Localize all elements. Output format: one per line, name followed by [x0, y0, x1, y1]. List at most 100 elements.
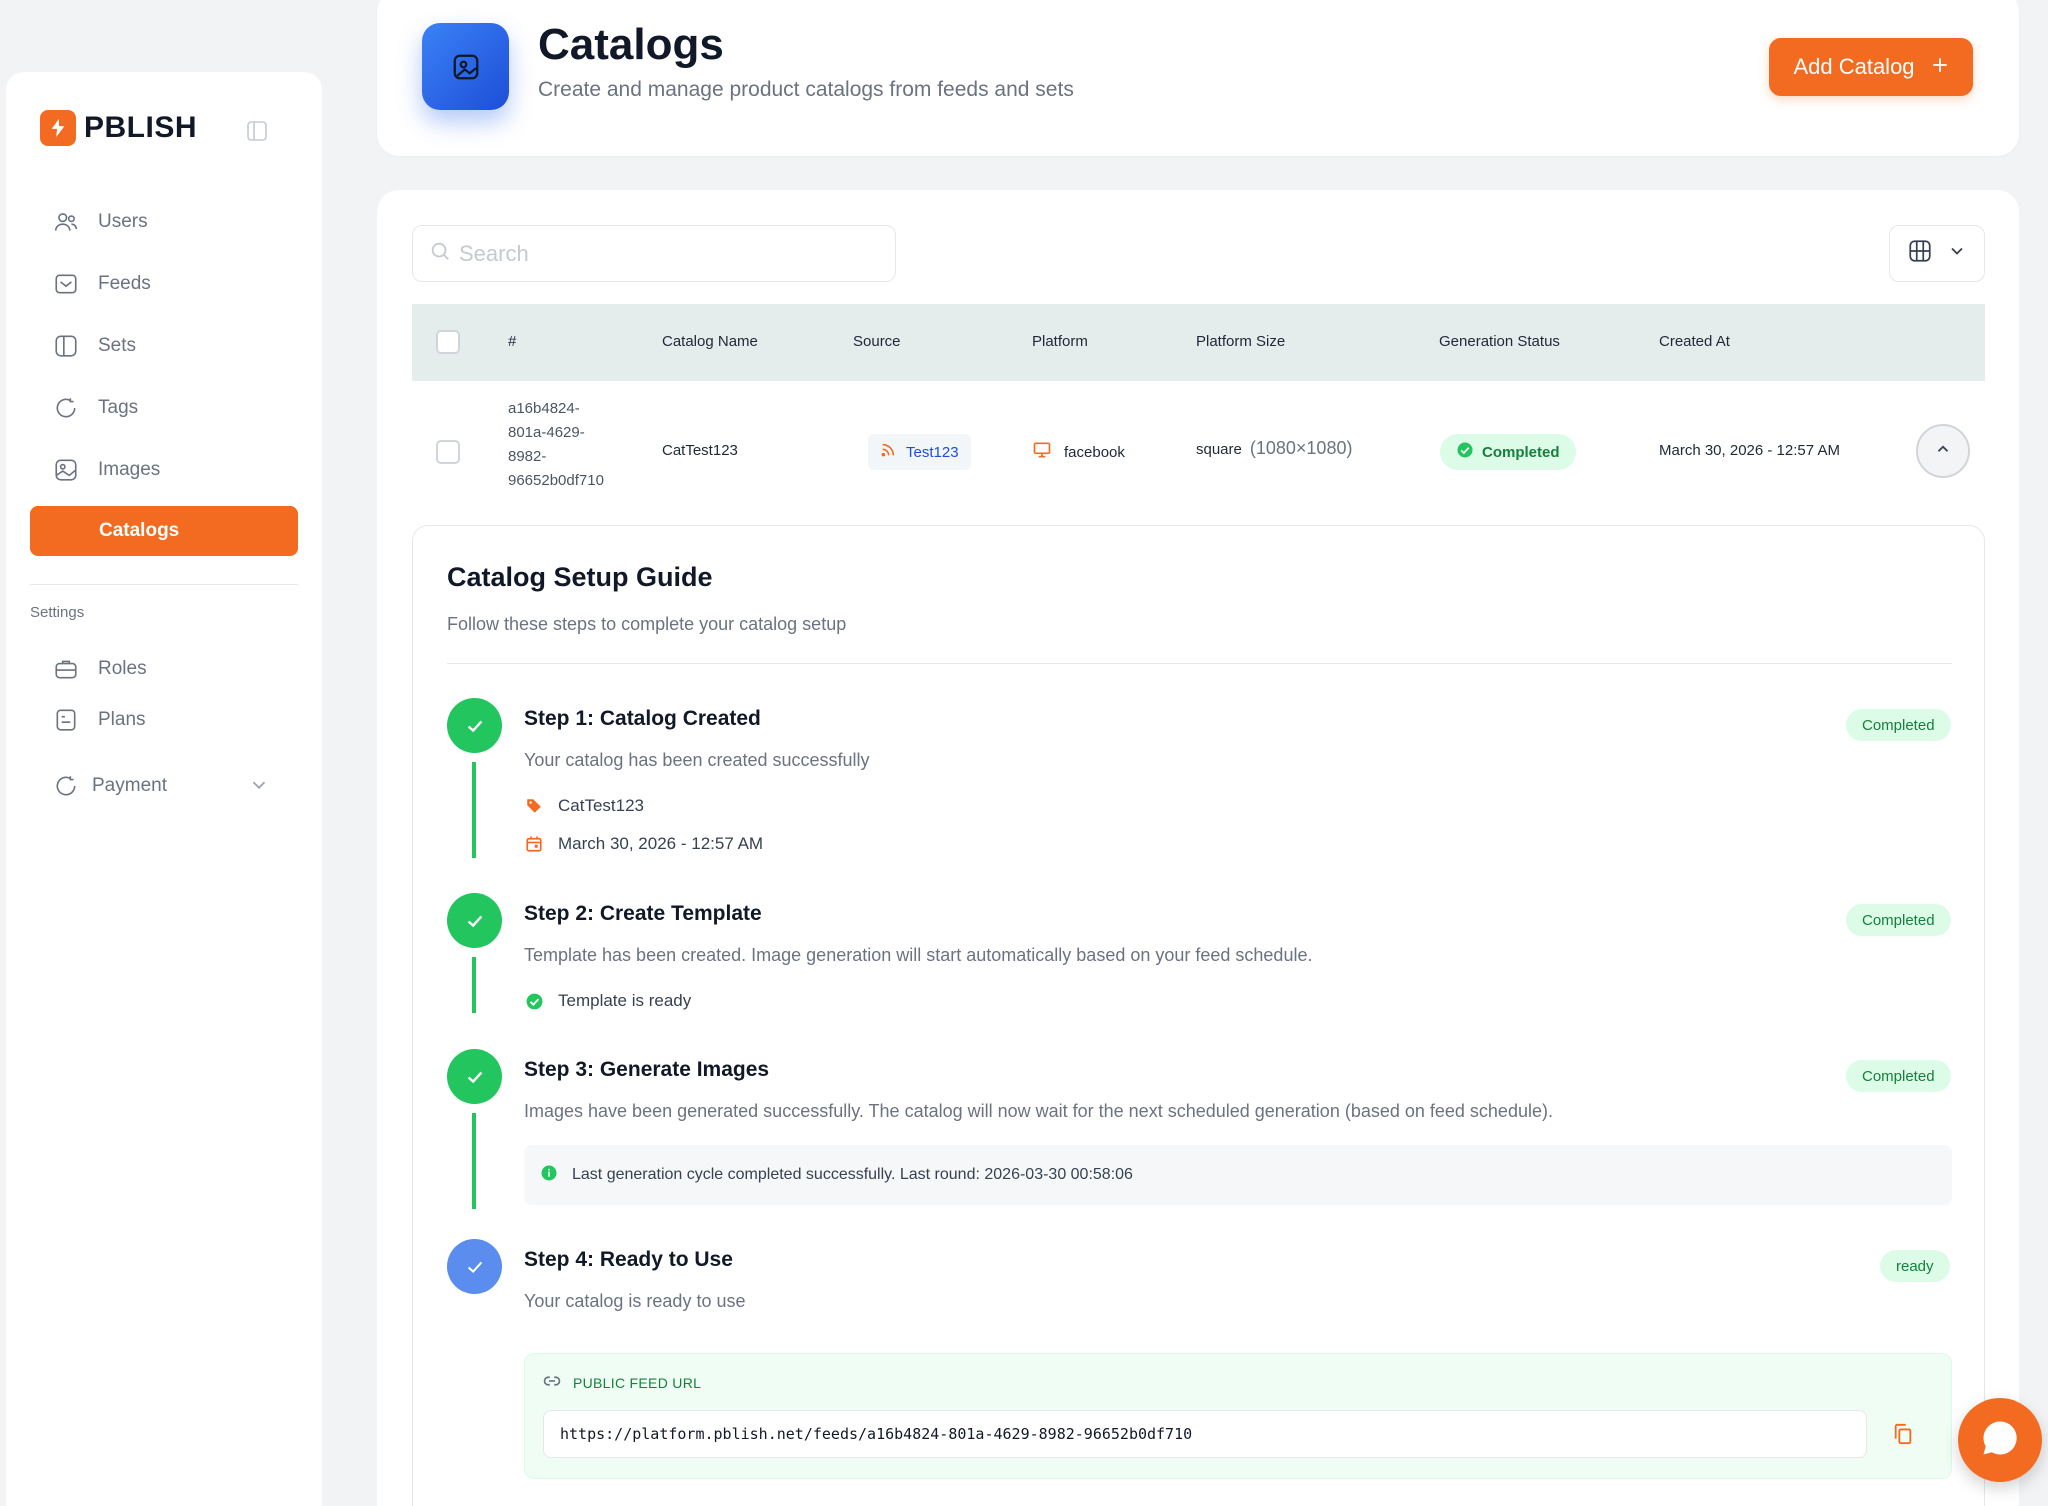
sets-icon: [52, 332, 80, 360]
public-feed-label-text: PUBLIC FEED URL: [573, 1374, 702, 1391]
column-visibility-button[interactable]: [1889, 225, 1985, 282]
catalog-header-icon: [422, 23, 509, 110]
sidebar-item-payment[interactable]: Payment: [30, 761, 298, 811]
table-row[interactable]: a16b4824- 801a-4629- 8982- 96652b0df710 …: [412, 381, 1985, 521]
step-4-title: Step 4: Ready to Use: [524, 1248, 733, 1271]
sidebar-item-sets[interactable]: Sets: [30, 321, 298, 371]
catalog-id: a16b4824- 801a-4629- 8982- 96652b0df710: [508, 397, 604, 493]
sidebar-item-feeds[interactable]: Feeds: [30, 259, 298, 309]
generation-info-text: Last generation cycle completed successf…: [572, 1166, 1133, 1183]
sidebar-toggle-icon[interactable]: [245, 119, 269, 143]
chat-support-button[interactable]: [1958, 1398, 2042, 1482]
public-feed-label: PUBLIC FEED URL: [543, 1372, 701, 1393]
row-checkbox[interactable]: [436, 440, 460, 464]
add-catalog-button[interactable]: Add Catalog: [1769, 38, 1973, 96]
column-header-name[interactable]: Catalog Name: [662, 333, 758, 350]
calendar-icon: [524, 834, 544, 854]
step-1-status-badge: Completed: [1846, 709, 1951, 741]
catalog-id-line: 96652b0df710: [508, 472, 604, 489]
sidebar-item-label: Roles: [98, 658, 147, 679]
tag-icon: [524, 796, 544, 816]
page-subtitle: Create and manage product catalogs from …: [538, 78, 1074, 101]
column-header-platform[interactable]: Platform: [1032, 333, 1088, 350]
platform-size: square: [1196, 441, 1242, 458]
status-text: Completed: [1482, 443, 1560, 461]
column-header-platform-size[interactable]: Platform Size: [1196, 333, 1285, 350]
sidebar-item-tags[interactable]: Tags: [30, 383, 298, 433]
select-all-checkbox[interactable]: [436, 330, 460, 354]
platform-name: facebook: [1064, 443, 1125, 461]
generation-info-box: Last generation cycle completed successf…: [524, 1145, 1952, 1205]
info-icon: [540, 1164, 558, 1187]
sidebar-item-images[interactable]: Images: [30, 445, 298, 495]
plans-icon: [52, 706, 80, 734]
sidebar-item-label: Catalogs: [99, 520, 180, 541]
page-header: Catalogs Create and manage product catal…: [377, 0, 2019, 156]
catalogs-card: # Catalog Name Source Platform Platform …: [377, 190, 2019, 1506]
step-2-title: Step 2: Create Template: [524, 902, 762, 925]
public-feed-box: PUBLIC FEED URL https://platform.pblish.…: [524, 1353, 1952, 1479]
guide-title: Catalog Setup Guide: [447, 562, 713, 592]
sidebar-item-catalogs[interactable]: Catalogs: [30, 506, 298, 556]
sidebar-item-label: Plans: [98, 709, 146, 730]
step-3-description: Images have been generated successfully.…: [524, 1101, 1553, 1121]
status-badge: Completed: [1440, 434, 1576, 470]
step-2-check-icon: [447, 893, 502, 948]
monitor-icon: [1032, 440, 1052, 464]
sidebar: PBLISH Users Feeds Sets Tags Images Cata…: [0, 0, 344, 1506]
step-1-title: Step 1: Catalog Created: [524, 707, 761, 730]
check-circle-icon: [1456, 441, 1474, 463]
columns-icon: [1907, 238, 1933, 269]
column-header-status[interactable]: Generation Status: [1439, 333, 1560, 350]
search-input[interactable]: [459, 240, 879, 267]
catalog-id-line: 8982-: [508, 448, 547, 465]
step-1-description: Your catalog has been created successful…: [524, 750, 870, 770]
step-3-status-badge: Completed: [1846, 1060, 1951, 1092]
sidebar-item-label: Images: [98, 459, 161, 480]
column-header-id[interactable]: #: [508, 333, 516, 350]
images-icon: [52, 456, 80, 484]
chat-bubble-icon: [1978, 1416, 2022, 1465]
public-feed-url-field[interactable]: https://platform.pblish.net/feeds/a16b48…: [543, 1410, 1867, 1458]
column-header-created-at[interactable]: Created At: [1659, 333, 1730, 350]
catalog-id-line: a16b4824-: [508, 400, 580, 417]
collapse-row-button[interactable]: [1916, 424, 1970, 478]
sidebar-item-roles[interactable]: Roles: [30, 644, 298, 694]
step-3-connector: [472, 1113, 476, 1209]
step-2-template-ready-text: Template is ready: [558, 991, 692, 1010]
source-link[interactable]: Test123: [868, 434, 971, 470]
step-1-catalog-name-text: CatTest123: [558, 796, 644, 815]
step-2-connector: [472, 957, 476, 1013]
step-1-check-icon: [447, 698, 502, 753]
search-box[interactable]: [412, 225, 896, 282]
platform-cell: facebook: [1032, 440, 1125, 464]
catalog-name: CatTest123: [662, 442, 738, 459]
link-icon: [543, 1372, 561, 1393]
sidebar-item-label: Feeds: [98, 273, 151, 294]
tags-icon: [52, 394, 80, 422]
sidebar-item-users[interactable]: Users: [30, 197, 298, 247]
step-1-created-date: March 30, 2026 - 12:57 AM: [524, 834, 763, 854]
source-name: Test123: [906, 443, 959, 461]
check-circle-icon: [524, 991, 544, 1011]
step-1-connector: [472, 762, 476, 858]
sidebar-item-label: Payment: [92, 775, 167, 796]
guide-divider: [447, 663, 1952, 664]
catalog-id-line: 801a-4629-: [508, 424, 585, 441]
payment-icon: [52, 772, 80, 800]
sidebar-item-label: Users: [98, 211, 148, 232]
chevron-down-icon: [248, 774, 270, 802]
roles-icon: [52, 655, 80, 683]
settings-section-label: Settings: [30, 604, 85, 621]
brand-name: PBLISH: [84, 111, 198, 144]
sidebar-item-plans[interactable]: Plans: [30, 695, 298, 745]
sidebar-item-label: Sets: [98, 335, 137, 356]
step-4-description: Your catalog is ready to use: [524, 1291, 746, 1311]
step-3-check-icon: [447, 1049, 502, 1104]
platform-size-cell: square (1080×1080): [1196, 438, 1352, 459]
column-header-source[interactable]: Source: [853, 333, 901, 350]
chevron-down-icon: [1947, 241, 1967, 266]
brand-logo-icon: [40, 110, 76, 146]
copy-icon[interactable]: [1889, 1420, 1917, 1448]
brand[interactable]: PBLISH: [40, 110, 197, 146]
